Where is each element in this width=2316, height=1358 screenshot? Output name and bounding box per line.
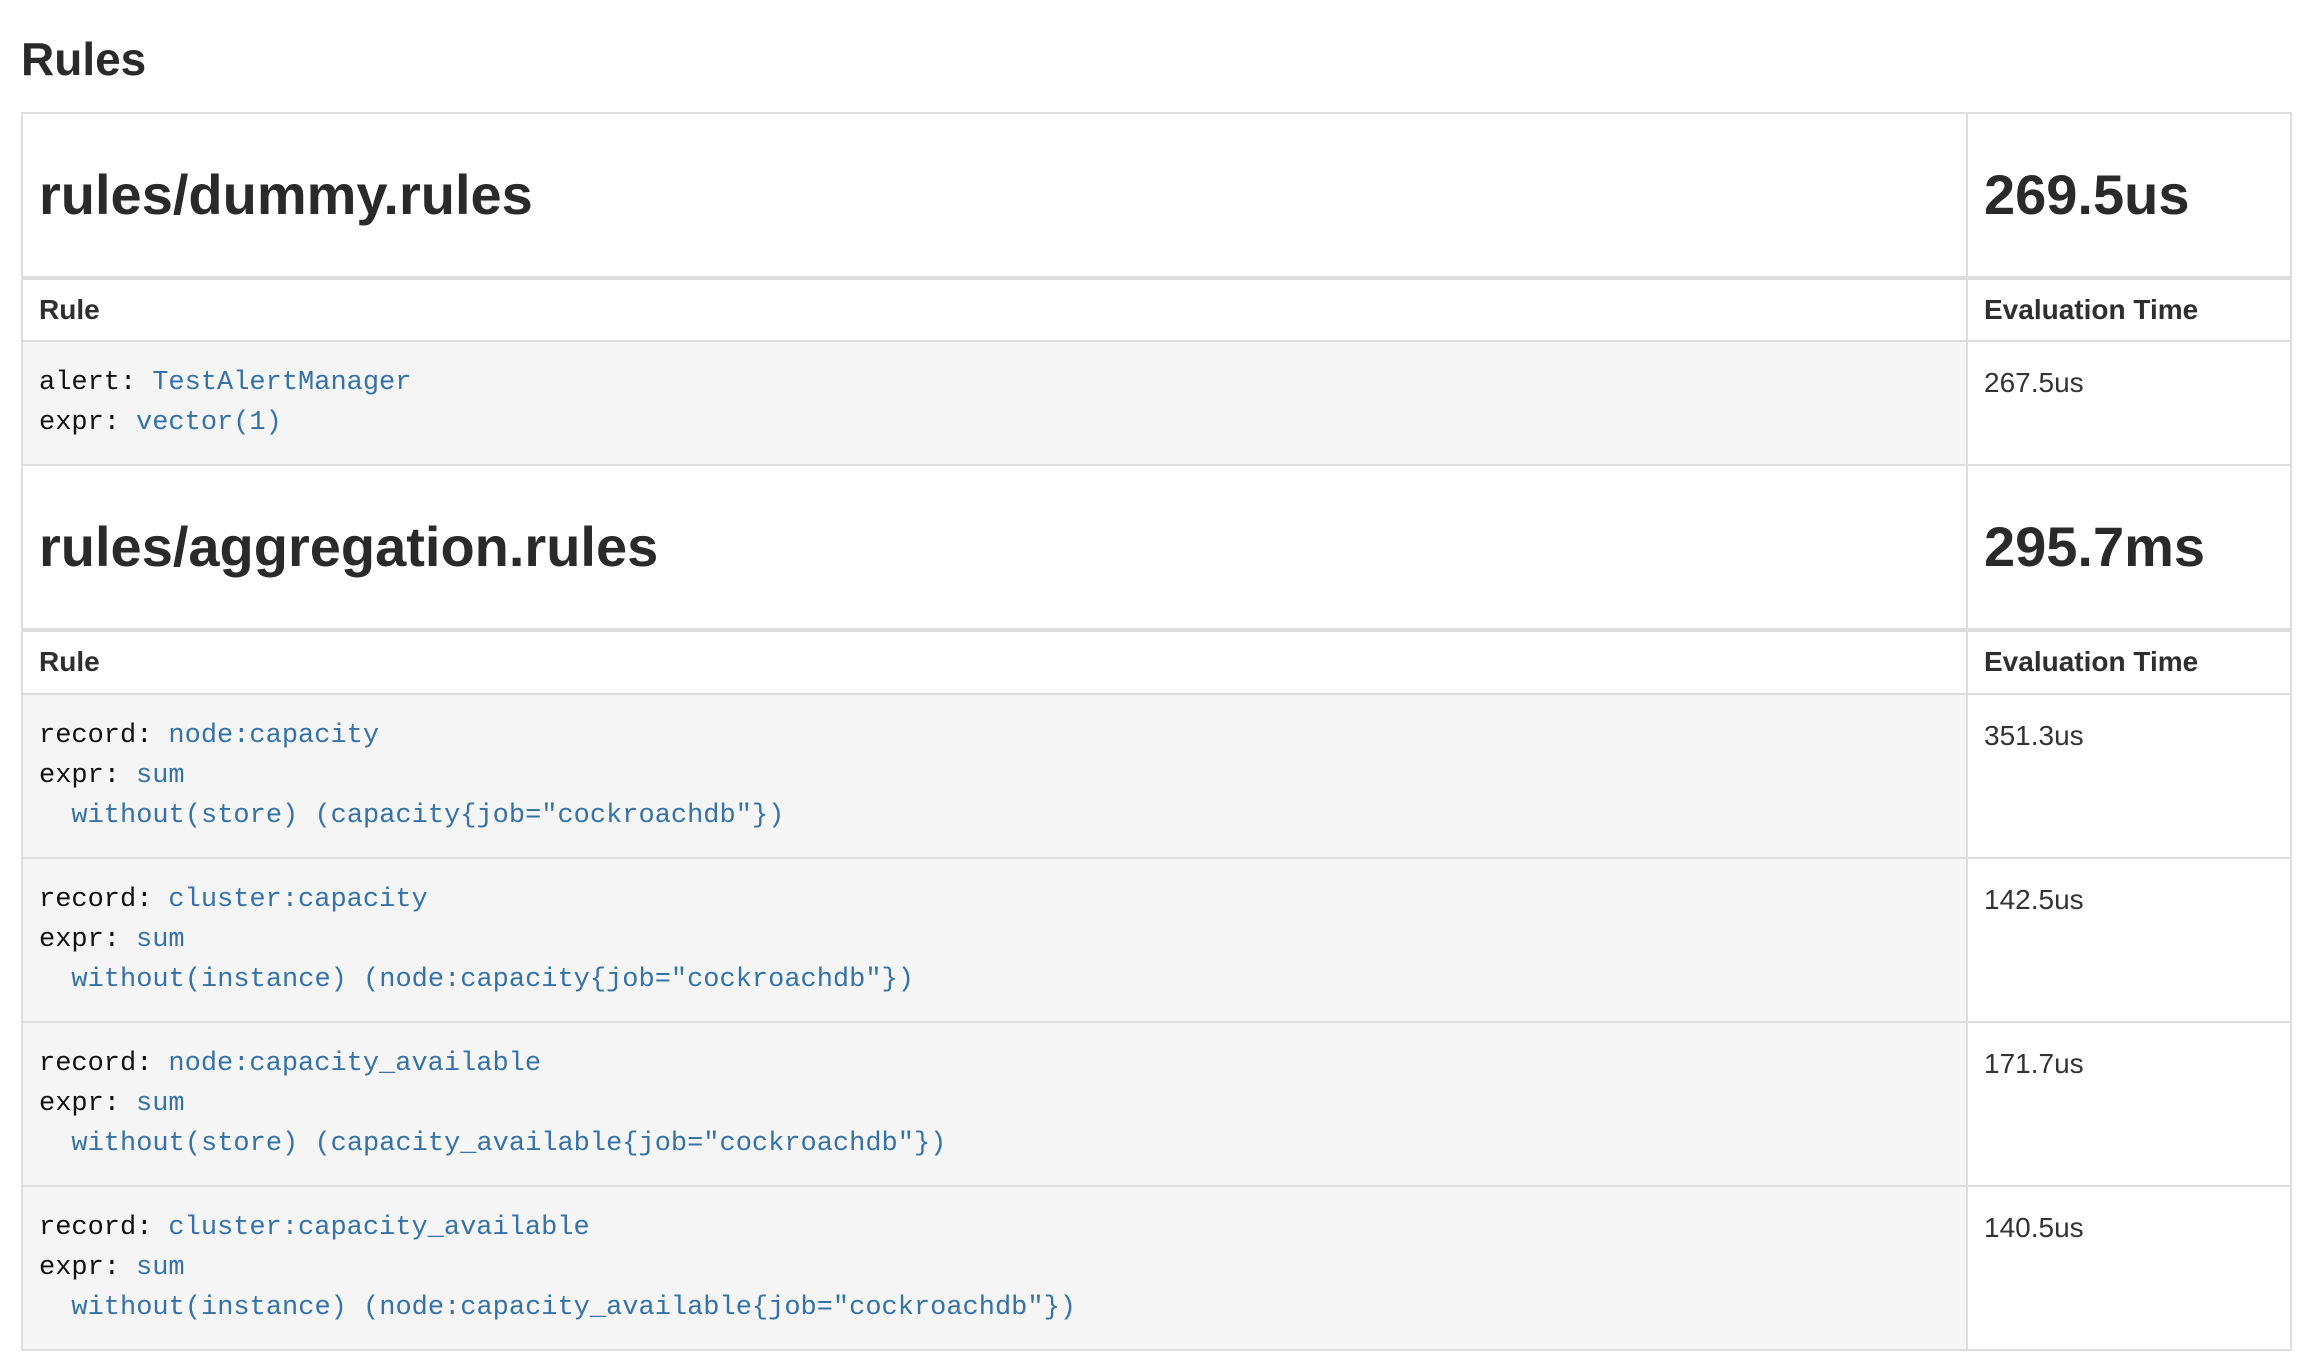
rule-definition-cell: record: node:capacity_available expr: sum w… [22,1022,1967,1186]
rule-code-line: without(store) (capacity{job="cockroachd… [39,796,1950,836]
rule-eval-time-cell: 171.7us [1967,1022,2291,1186]
rule-row: record: cluster:capacity_available expr: su… [22,1186,2291,1350]
group-file-name: rules/dummy.rules [22,113,1967,278]
rule-expression-link[interactable]: without(store) (capacity{job="cockroachd… [39,801,784,831]
rule-keyword: record: [39,885,152,915]
rule-code: record: cluster:capacity_available expr: su… [39,1208,1950,1328]
rule-code-line: without(instance) (node:capacity{job="co… [39,960,1950,1000]
group-total-eval-time: 295.7ms [1967,465,2291,630]
rule-code: record: node:capacity_available expr: sum w… [39,1044,1950,1164]
rule-eval-time-cell: 140.5us [1967,1186,2291,1350]
rule-keyword: expr: [39,925,120,955]
rule-eval-time: 351.3us [1984,720,2084,751]
rule-code-line: record: cluster:capacity [39,880,1950,920]
rule-eval-time-cell: 267.5us [1967,341,2291,465]
rule-expression-link[interactable]: TestAlertManager [152,368,411,398]
rule-definition-cell: alert: TestAlertManager expr: vector(1) [22,341,1967,465]
rule-expression-link[interactable]: without(instance) (node:capacity{job="co… [39,965,914,995]
rules-page: Rules rules/dummy.rules 269.5us Rule Eva… [0,36,2316,1351]
rule-expression-link[interactable]: sum [136,1253,185,1283]
rule-code-line: record: node:capacity_available [39,1044,1950,1084]
rule-expression-link[interactable]: node:capacity_available [168,1049,541,1079]
rule-definition-cell: record: cluster:capacity expr: sum without(… [22,858,1967,1022]
rule-expression-link[interactable]: node:capacity [168,721,379,751]
rule-keyword: record: [39,721,152,751]
rule-eval-time: 267.5us [1984,367,2084,398]
evaluation-time-column-header: Evaluation Time [1967,630,2291,694]
rule-eval-time: 140.5us [1984,1212,2084,1243]
rule-code-line: without(store) (capacity_available{job="… [39,1124,1950,1164]
rule-keyword: expr: [39,761,120,791]
rule-keyword: expr: [39,1253,120,1283]
rule-code-line: record: node:capacity [39,716,1950,756]
rule-definition-cell: record: node:capacity expr: sum without(sto… [22,694,1967,858]
page-title: Rules [21,36,2290,82]
rule-code: alert: TestAlertManager expr: vector(1) [39,363,1950,443]
rule-row: record: cluster:capacity expr: sum without(… [22,858,2291,1022]
rule-column-header: Rule [22,278,1967,342]
rule-code: record: cluster:capacity expr: sum without(… [39,880,1950,1000]
rule-eval-time: 142.5us [1984,884,2084,915]
rule-keyword: record: [39,1049,152,1079]
rule-code-line: alert: TestAlertManager [39,363,1950,403]
rule-code-line: expr: sum [39,1248,1950,1288]
rule-code-line: expr: sum [39,920,1950,960]
group-total-eval-time: 269.5us [1967,113,2291,278]
rule-expression-link[interactable]: sum [136,761,185,791]
rule-eval-time: 171.7us [1984,1048,2084,1079]
group-header-row: rules/dummy.rules 269.5us [22,113,2291,278]
rule-expression-link[interactable]: cluster:capacity_available [168,1213,589,1243]
rule-code-line: expr: vector(1) [39,403,1950,443]
column-header-row: Rule Evaluation Time [22,278,2291,342]
rule-column-header: Rule [22,630,1967,694]
rule-expression-link[interactable]: cluster:capacity [168,885,427,915]
rule-keyword: alert: [39,368,136,398]
rule-group: rules/aggregation.rules 295.7ms Rule Eva… [22,465,2291,1349]
rule-keyword: expr: [39,1089,120,1119]
rule-keyword: expr: [39,408,120,438]
rule-expression-link[interactable]: without(store) (capacity_available{job="… [39,1129,946,1159]
rule-code: record: node:capacity expr: sum without(sto… [39,716,1950,836]
rule-keyword: record: [39,1213,152,1243]
group-file-name: rules/aggregation.rules [22,465,1967,630]
column-header-row: Rule Evaluation Time [22,630,2291,694]
rule-expression-link[interactable]: without(instance) (node:capacity_availab… [39,1293,1076,1323]
evaluation-time-column-header: Evaluation Time [1967,278,2291,342]
rules-table: rules/dummy.rules 269.5us Rule Evaluatio… [21,112,2292,1351]
group-header-row: rules/aggregation.rules 295.7ms [22,465,2291,630]
rule-eval-time-cell: 351.3us [1967,694,2291,858]
rule-row: record: node:capacity expr: sum without(sto… [22,694,2291,858]
rule-expression-link[interactable]: sum [136,925,185,955]
rule-code-line: expr: sum [39,756,1950,796]
rule-expression-link[interactable]: sum [136,1089,185,1119]
rule-eval-time-cell: 142.5us [1967,858,2291,1022]
rule-code-line: expr: sum [39,1084,1950,1124]
rule-code-line: record: cluster:capacity_available [39,1208,1950,1248]
rule-row: alert: TestAlertManager expr: vector(1) 267… [22,341,2291,465]
rule-definition-cell: record: cluster:capacity_available expr: su… [22,1186,1967,1350]
rule-row: record: node:capacity_available expr: sum w… [22,1022,2291,1186]
rule-group: rules/dummy.rules 269.5us Rule Evaluatio… [22,113,2291,465]
rule-expression-link[interactable]: vector(1) [136,408,282,438]
